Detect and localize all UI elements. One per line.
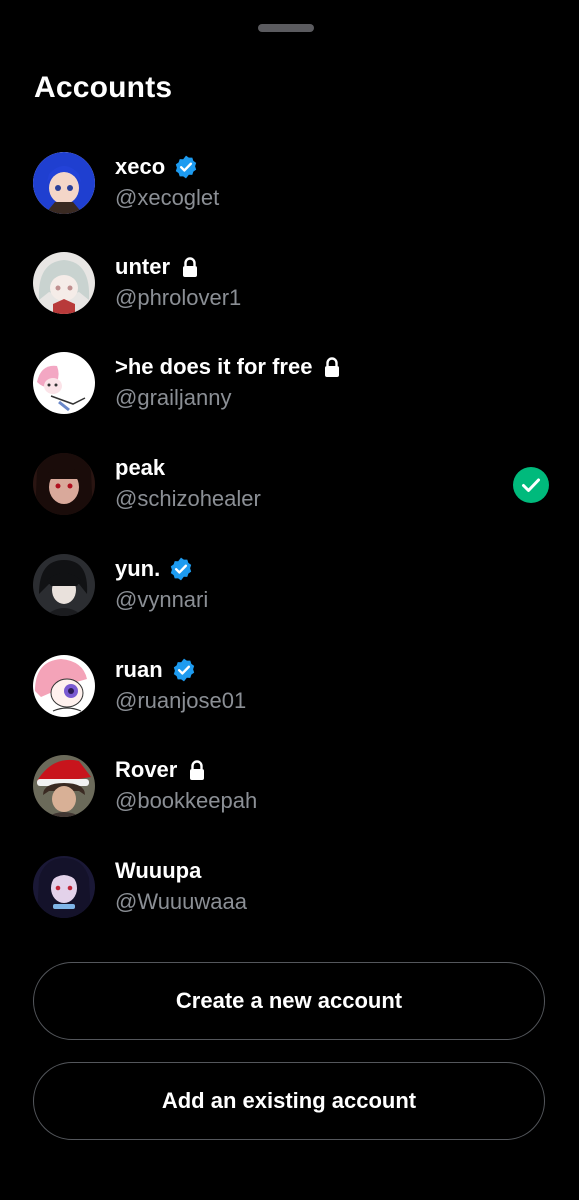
account-row[interactable]: xeco @xecoglet [0, 151, 579, 251]
accounts-sheet: Accounts xeco @xecoglet unter @phrolover… [0, 0, 579, 1200]
verified-badge-icon [171, 657, 197, 683]
avatar [33, 554, 95, 616]
verified-badge-icon [173, 154, 199, 180]
account-handle: @xecoglet [115, 185, 220, 210]
lock-icon [322, 356, 342, 378]
account-handle: @ruanjose01 [115, 688, 247, 713]
account-name: >he does it for free [115, 354, 313, 379]
lock-icon [187, 759, 207, 781]
account-handle: @bookkeepah [115, 788, 258, 813]
account-name: Wuuupa [115, 858, 202, 883]
account-row[interactable]: peak @schizohealer [0, 452, 579, 552]
avatar [33, 152, 95, 214]
account-row[interactable]: >he does it for free @grailjanny [0, 351, 579, 451]
avatar [33, 352, 95, 414]
account-handle: @schizohealer [115, 486, 261, 511]
account-handle: @grailjanny [115, 385, 232, 410]
account-name: yun. [115, 556, 161, 581]
account-name: Rover [115, 757, 178, 782]
avatar [33, 453, 95, 515]
account-name: unter [115, 254, 170, 279]
account-handle: @phrolover1 [115, 285, 242, 310]
account-row[interactable]: Wuuupa @Wuuuwaaa [0, 855, 579, 955]
verified-badge-icon [168, 556, 194, 582]
check-circle-icon [513, 467, 549, 503]
account-name: peak [115, 455, 166, 480]
page-title: Accounts [34, 71, 173, 104]
avatar [33, 655, 95, 717]
create-account-button[interactable]: Create a new account [33, 962, 545, 1040]
drag-handle[interactable] [258, 24, 314, 32]
add-existing-account-button[interactable]: Add an existing account [33, 1062, 545, 1140]
account-handle: @Wuuuwaaa [115, 889, 247, 914]
avatar [33, 252, 95, 314]
account-row[interactable]: unter @phrolover1 [0, 251, 579, 351]
account-row[interactable]: Rover @bookkeepah [0, 754, 579, 854]
account-row[interactable]: ruan @ruanjose01 [0, 654, 579, 754]
account-row[interactable]: yun. @vynnari [0, 553, 579, 653]
account-name: ruan [115, 657, 163, 682]
avatar [33, 856, 95, 918]
account-name: xeco [115, 154, 166, 179]
lock-icon [180, 256, 200, 278]
avatar [33, 755, 95, 817]
account-handle: @vynnari [115, 587, 209, 612]
